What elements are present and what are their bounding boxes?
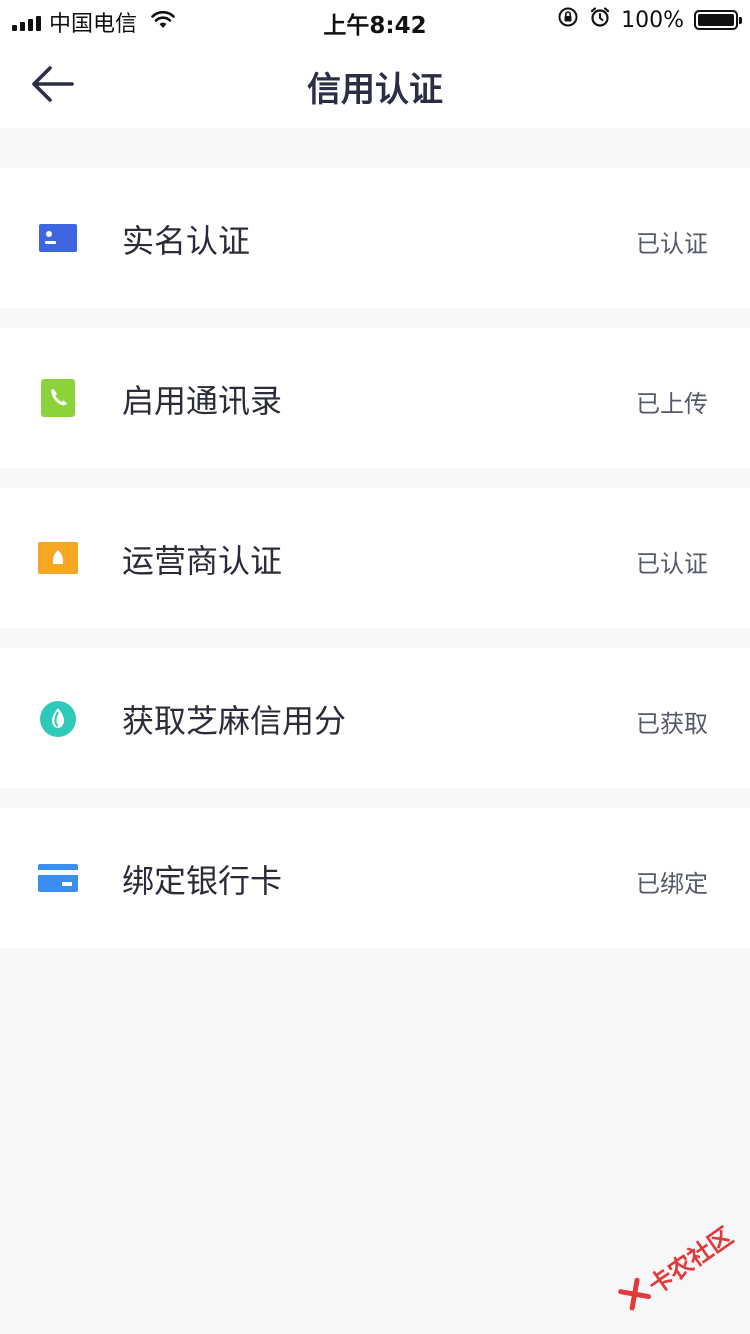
carrier-icon [38,538,78,578]
watermark-text: 卡农社区 [643,1221,739,1300]
phone-book-icon [38,378,78,418]
id-card-icon [38,218,78,258]
list-item-carrier[interactable]: 运营商认证 已认证 [0,488,750,628]
status-text: 已获取 [636,710,708,738]
nav-bar: 信用认证 [0,40,750,128]
battery-percent: 100% [621,7,684,33]
alarm-icon [589,6,611,34]
list-item-sesame-credit[interactable]: 获取芝麻信用分 已获取 [0,648,750,788]
verification-list: 实名认证 已认证 启用通讯录 已上传 运营商认证 已认证 获取芝麻信用分 已获取… [0,168,750,968]
list-item-contacts[interactable]: 启用通讯录 已上传 [0,328,750,468]
watermark: 卡农社区 [615,1217,738,1318]
page-title: 信用认证 [307,70,443,110]
rotation-lock-icon [557,6,579,34]
bank-card-icon [38,858,78,898]
status-bar: 中国电信 上午8:42 100% [0,0,750,40]
list-item-real-name[interactable]: 实名认证 已认证 [0,168,750,308]
status-text: 已上传 [636,390,708,418]
status-text: 已绑定 [636,870,708,898]
battery-icon [694,10,742,30]
status-text: 已认证 [636,230,708,258]
sesame-credit-icon [38,698,78,738]
list-item-label: 获取芝麻信用分 [122,702,347,740]
list-item-label: 绑定银行卡 [122,862,283,900]
status-right: 100% [557,6,742,34]
list-item-label: 启用通讯录 [122,382,283,420]
list-item-label: 运营商认证 [122,542,283,580]
status-text: 已认证 [636,550,708,578]
list-item-label: 实名认证 [122,222,251,260]
list-item-bank-card[interactable]: 绑定银行卡 已绑定 [0,808,750,948]
